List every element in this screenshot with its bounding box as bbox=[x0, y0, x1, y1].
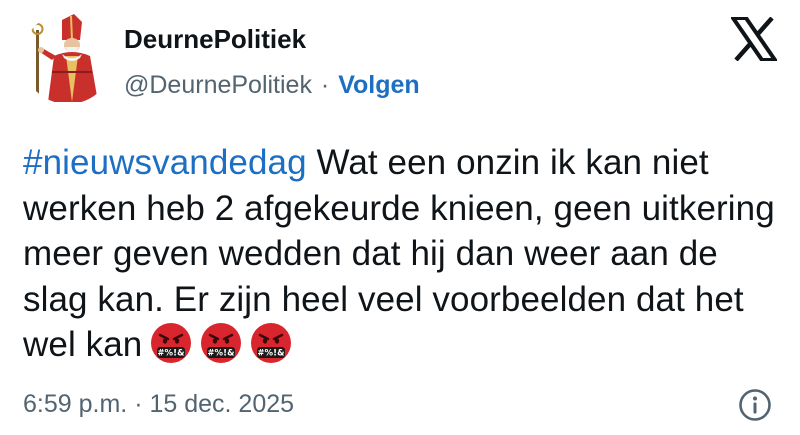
bishop-avatar-icon bbox=[22, 12, 114, 104]
face-with-symbols-emoji-icon: #%!& bbox=[250, 322, 292, 364]
author-display-name[interactable]: DeurnePolitiek bbox=[124, 23, 306, 55]
info-icon[interactable] bbox=[738, 388, 772, 422]
tweet-time: 6:59 p.m. bbox=[23, 390, 128, 418]
emoji-symbols-text: #%!& bbox=[258, 349, 286, 359]
timestamp-row[interactable]: 6:59 p.m. · 15 dec. 2025 bbox=[23, 388, 294, 420]
tweet-date: 15 dec. 2025 bbox=[149, 390, 295, 418]
avatar[interactable] bbox=[22, 12, 114, 104]
emoji-symbols-text: #%!& bbox=[158, 349, 186, 359]
author-handle[interactable]: @DeurnePolitiek bbox=[124, 71, 312, 99]
handle-separator: · bbox=[320, 71, 330, 99]
author-handle-row: @DeurnePolitiek · Volgen bbox=[124, 69, 420, 101]
hashtag-link[interactable]: #nieuwsvandedag bbox=[23, 143, 307, 182]
tweet-card: DeurnePolitiek @DeurnePolitiek · Volgen … bbox=[0, 0, 800, 435]
face-with-symbols-emoji-icon: #%!& bbox=[150, 322, 192, 364]
face-with-symbols-emoji-icon: #%!& bbox=[200, 322, 242, 364]
emoji-symbols-text: #%!& bbox=[208, 349, 236, 359]
timestamp-separator: · bbox=[134, 390, 143, 418]
tweet-text: #nieuwsvandedag Wat een onzin ik kan nie… bbox=[23, 140, 783, 368]
x-logo-icon[interactable] bbox=[729, 16, 779, 62]
follow-link[interactable]: Volgen bbox=[338, 71, 419, 99]
